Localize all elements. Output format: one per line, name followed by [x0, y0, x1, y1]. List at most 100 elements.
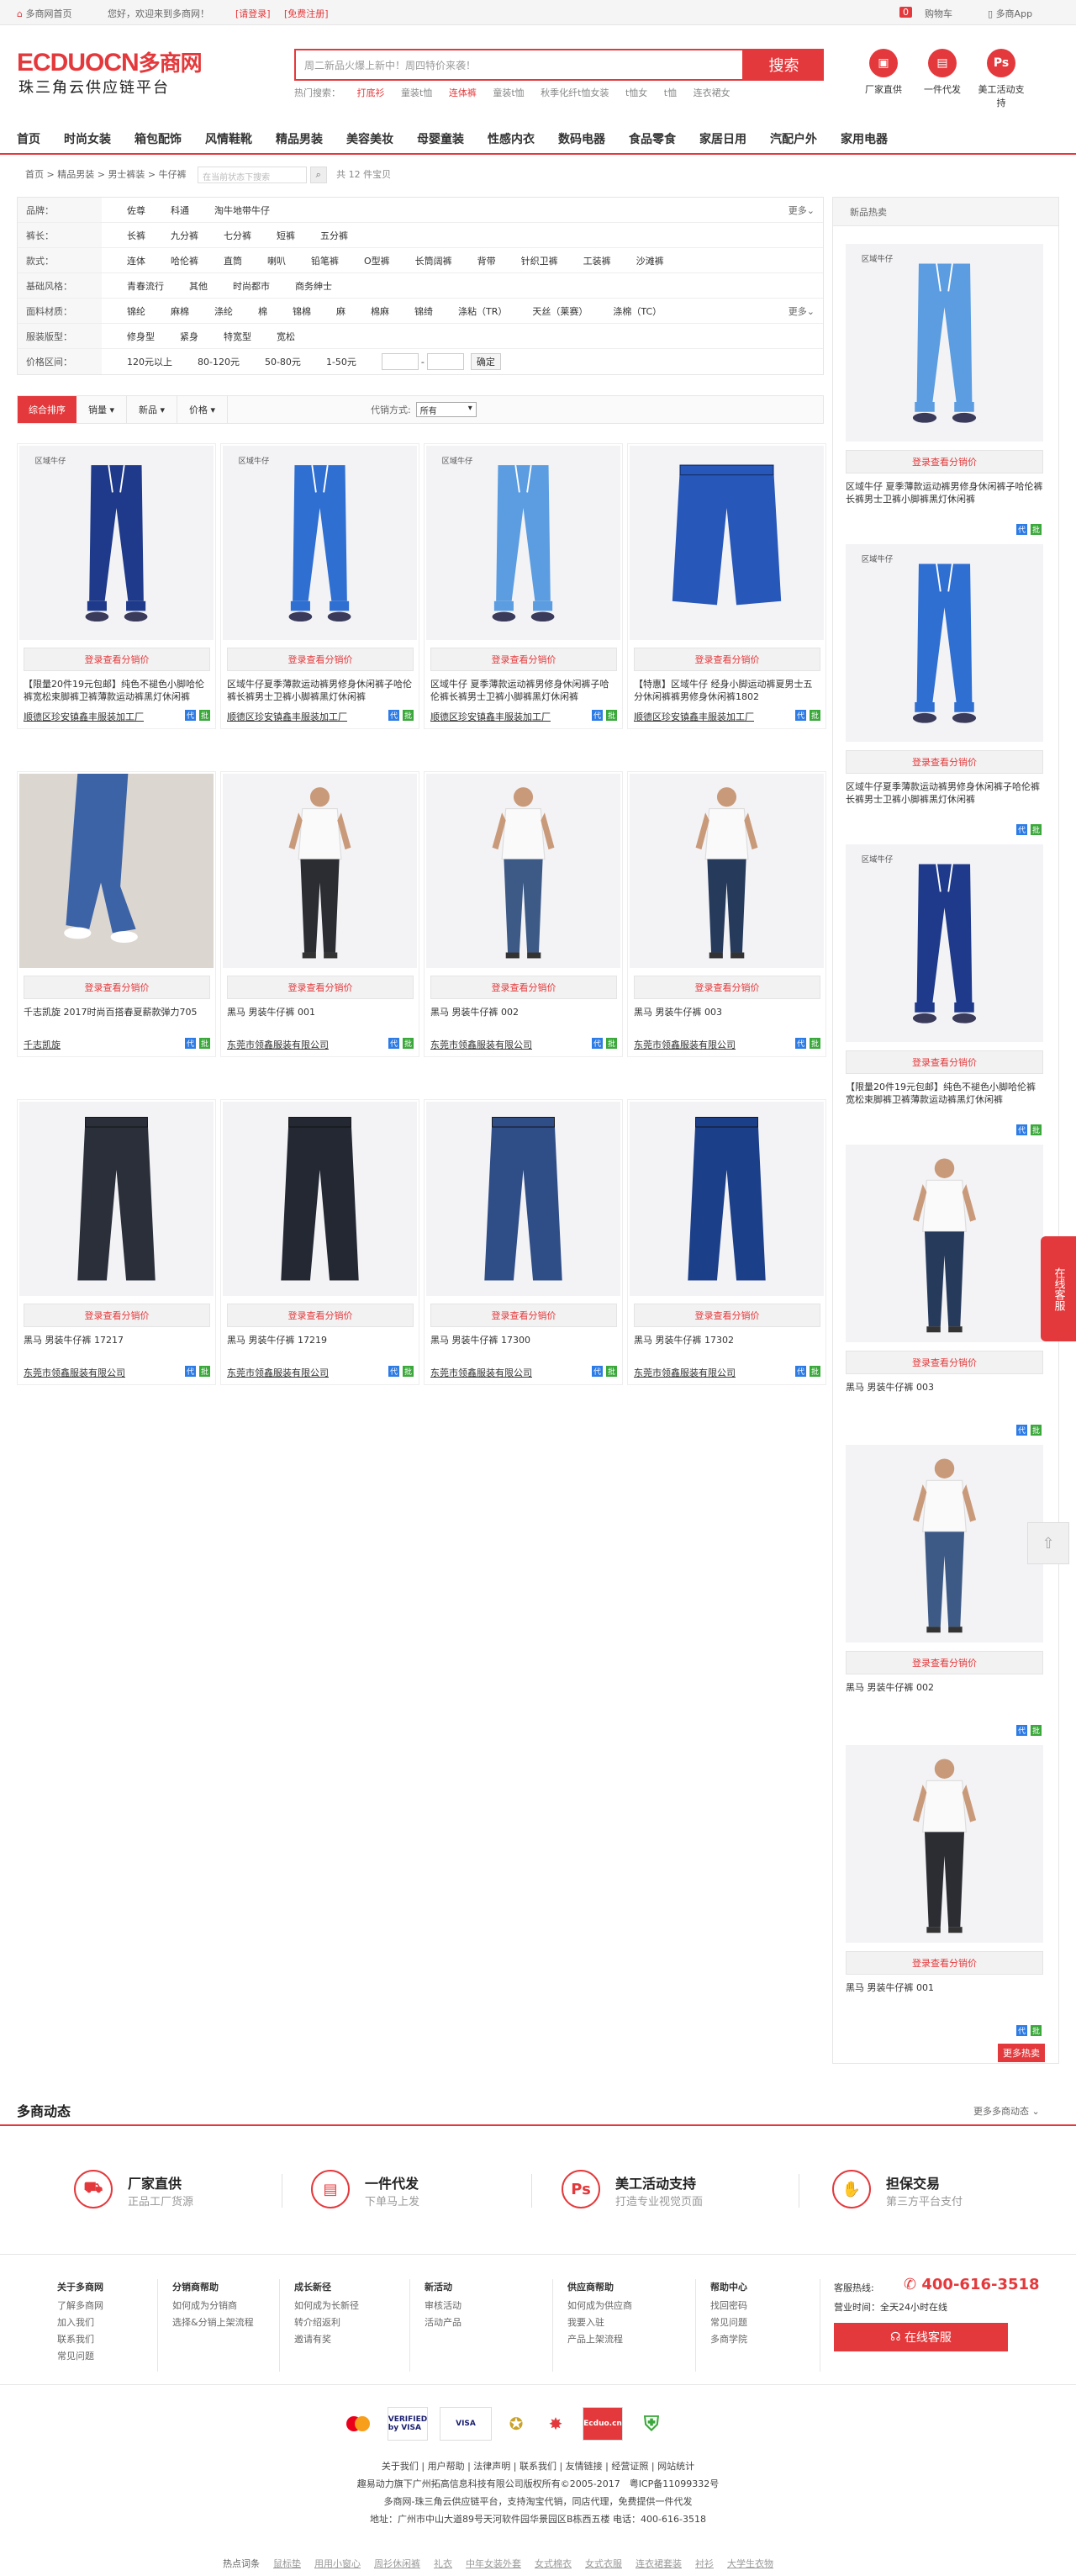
product-image[interactable]	[19, 1102, 214, 1296]
login-price-button[interactable]: 登录查看分销价	[846, 1351, 1043, 1374]
filter-option[interactable]: 直筒	[224, 254, 242, 267]
nav-item[interactable]: 箱包配饰	[134, 130, 182, 147]
product-card[interactable]: 区域牛仔 登录查看分销价 【限量20件19元包邮】纯色不褪色小脚哈伦裤宽松束脚裤卫裤…	[17, 443, 216, 729]
login-price-button[interactable]: 登录查看分销价	[24, 1304, 210, 1327]
hot-word[interactable]: 秋季化纤t恤女装	[541, 87, 609, 98]
nav-item[interactable]: 数码电器	[558, 130, 605, 147]
hot-word[interactable]: 童装t恤	[401, 87, 432, 98]
filter-option[interactable]: 七分裤	[224, 229, 251, 242]
filter-option[interactable]: 喇叭	[267, 254, 286, 267]
product-card[interactable]: 区域牛仔 登录查看分销价 区域牛仔 夏季薄款运动裤男修身休闲裤子哈伦裤长裤男士卫裤小…	[424, 443, 623, 729]
hot-product-card[interactable]: 登录查看分销价 黑马 男装牛仔裤 003 代批	[841, 1145, 1052, 1443]
login-link[interactable]: [请登录]	[235, 7, 271, 20]
product-card[interactable]: 登录查看分销价 黑马 男装牛仔裤 17302 东莞市领鑫服装有限公司代批	[627, 1099, 826, 1385]
nav-item[interactable]: 时尚女装	[64, 130, 111, 147]
product-image[interactable]	[630, 1102, 824, 1296]
feature-factory[interactable]: ▣ 厂家直供	[857, 49, 910, 96]
filter-option[interactable]: 涤棉（TC）	[613, 304, 662, 318]
footer-link[interactable]: 多商学院	[710, 2331, 747, 2348]
app-link[interactable]: ▯ 多商App	[988, 7, 1032, 20]
search-input[interactable]: 周二新品火爆上新中！周四特价来袭！	[294, 49, 744, 81]
filter-option[interactable]: 修身型	[127, 330, 155, 343]
product-card[interactable]: 登录查看分销价 千志凯旋 2017时尚百搭春夏薪款弹力705 千志凯旋代批	[17, 771, 216, 1057]
sort-default[interactable]: 综合排序	[18, 396, 76, 423]
footer-link[interactable]: 产品上架流程	[567, 2331, 632, 2348]
login-price-button[interactable]: 登录查看分销价	[634, 648, 820, 671]
search-icon[interactable]: ⌕	[309, 167, 327, 183]
footer-link[interactable]: 转介绍返利	[294, 2314, 359, 2331]
hot-search-term[interactable]: 中年女装外套	[466, 2558, 521, 2569]
product-card[interactable]: 登录查看分销价 黑马 男装牛仔裤 002 东莞市领鑫服装有限公司代批	[424, 771, 623, 1057]
product-image[interactable]: 区域牛仔	[846, 244, 1043, 442]
login-price-button[interactable]: 登录查看分销价	[430, 648, 617, 671]
product-image[interactable]: 区域牛仔	[846, 844, 1043, 1042]
back-to-top-icon[interactable]: ⇧	[1027, 1522, 1069, 1564]
product-image[interactable]	[426, 774, 620, 968]
login-price-button[interactable]: 登录查看分销价	[846, 450, 1043, 473]
login-price-button[interactable]: 登录查看分销价	[227, 1304, 414, 1327]
login-price-button[interactable]: 登录查看分销价	[430, 1304, 617, 1327]
filter-option[interactable]: 涤粘（TR）	[458, 304, 507, 318]
filter-option[interactable]: 宽松	[277, 330, 295, 343]
feature-dropship[interactable]: ▤ 一件代发	[916, 49, 968, 96]
product-image[interactable]	[19, 774, 214, 968]
filter-option[interactable]: 科通	[171, 204, 189, 217]
feature-design[interactable]: Ps 美工活动支持	[975, 49, 1027, 109]
hot-search-term[interactable]: 女式棉衣	[535, 2558, 572, 2569]
hot-product-card[interactable]: 区域牛仔 登录查看分销价 区域牛仔夏季薄款运动裤男修身休闲裤子哈伦裤长裤男士卫裤小脚…	[841, 544, 1052, 843]
filter-option[interactable]: 哈伦裤	[171, 254, 198, 267]
login-price-button[interactable]: 登录查看分销价	[24, 648, 210, 671]
nav-item[interactable]: 美容美妆	[346, 130, 393, 147]
filter-option[interactable]: 针织卫裤	[521, 254, 558, 267]
hot-product-card[interactable]: 区域牛仔登录查看分销价 区域牛仔 夏季薄款运动裤男修身休闲裤子哈伦裤长裤男士卫裤小…	[841, 244, 1052, 542]
product-title[interactable]: 【限量20件19元包邮】纯色不褪色小脚哈伦裤宽松束脚裤卫裤薄款运动裤黑灯休闲裤	[24, 678, 210, 703]
product-image[interactable]: 区域牛仔	[846, 544, 1043, 742]
filter-option[interactable]: 淘牛地带牛仔	[214, 204, 270, 217]
hot-product-card[interactable]: 登录查看分销价 黑马 男装牛仔裤 001 代批	[841, 1745, 1052, 2044]
filter-option[interactable]: 九分裤	[171, 229, 198, 242]
filter-option[interactable]: 青春流行	[127, 279, 164, 293]
filter-option[interactable]: 长裤	[127, 229, 145, 242]
footer-link[interactable]: 找回密码	[710, 2298, 747, 2314]
filter-option[interactable]: 铅笔裤	[311, 254, 339, 267]
product-title[interactable]: 黑马 男装牛仔裤 17300	[430, 1334, 617, 1359]
seller-link[interactable]: 东莞市领鑫服装有限公司	[430, 1038, 582, 1051]
hot-word[interactable]: t恤	[664, 87, 677, 98]
filter-option[interactable]: 工装裤	[583, 254, 611, 267]
product-title[interactable]: 黑马 男装牛仔裤 001	[227, 1006, 414, 1031]
hot-search-term[interactable]: 礼衣	[434, 2558, 452, 2569]
sort-sales[interactable]: 销量 ▾	[76, 396, 127, 423]
filter-option[interactable]: 商务绅士	[295, 279, 332, 293]
login-price-button[interactable]: 登录查看分销价	[634, 976, 820, 999]
nav-item[interactable]: 食品零食	[629, 130, 676, 147]
hot-search-term[interactable]: 用用小窗心	[314, 2558, 361, 2569]
footer-link[interactable]: 常见问题	[710, 2314, 747, 2331]
seller-link[interactable]: 东莞市领鑫服装有限公司	[24, 1366, 175, 1379]
filter-option[interactable]: 背带	[477, 254, 496, 267]
product-title[interactable]: 黑马 男装牛仔裤 17302	[634, 1334, 820, 1359]
product-title[interactable]: 黑马 男装牛仔裤 002	[430, 1006, 617, 1031]
footer-link[interactable]: 如何成为长新径	[294, 2298, 359, 2314]
filter-option[interactable]: 长筒阔裤	[415, 254, 452, 267]
seller-link[interactable]: 顺德区珍安镇鑫丰服装加工厂	[634, 710, 785, 723]
filter-option[interactable]: 麻	[336, 304, 345, 318]
seller-link[interactable]: 顺德区珍安镇鑫丰服装加工厂	[227, 710, 378, 723]
product-image[interactable]	[223, 774, 417, 968]
hot-word[interactable]: 打底衫	[357, 87, 385, 98]
product-image[interactable]	[846, 1745, 1043, 1943]
footer-link[interactable]: 了解多商网	[57, 2298, 103, 2314]
product-card[interactable]: 登录查看分销价 黑马 男装牛仔裤 001 东莞市领鑫服装有限公司代批	[220, 771, 419, 1057]
product-title[interactable]: 区域牛仔 夏季薄款运动裤男修身休闲裤子哈伦裤长裤男士卫裤小脚裤黑灯休闲裤	[846, 480, 1043, 505]
filter-option[interactable]: 锦绮	[414, 304, 433, 318]
product-title[interactable]: 黑马 男装牛仔裤 003	[634, 1006, 820, 1031]
search-button[interactable]: 搜索	[744, 49, 824, 81]
hot-search-term[interactable]: 衬衫	[695, 2558, 714, 2569]
nav-item[interactable]: 家用电器	[841, 130, 888, 147]
price-confirm-button[interactable]: 确定	[470, 353, 501, 370]
footer-links[interactable]: 关于我们 | 用户帮助 | 法律声明 | 联系我们 | 友情链接 | 经营证照 …	[0, 2459, 1076, 2473]
filter-option[interactable]: 短裤	[277, 229, 295, 242]
hot-product-card[interactable]: 登录查看分销价 黑马 男装牛仔裤 002 代批	[841, 1445, 1052, 1743]
seller-link[interactable]: 东莞市领鑫服装有限公司	[430, 1366, 582, 1379]
filter-option[interactable]: 时尚都市	[233, 279, 270, 293]
filter-option[interactable]: 棉	[258, 304, 267, 318]
